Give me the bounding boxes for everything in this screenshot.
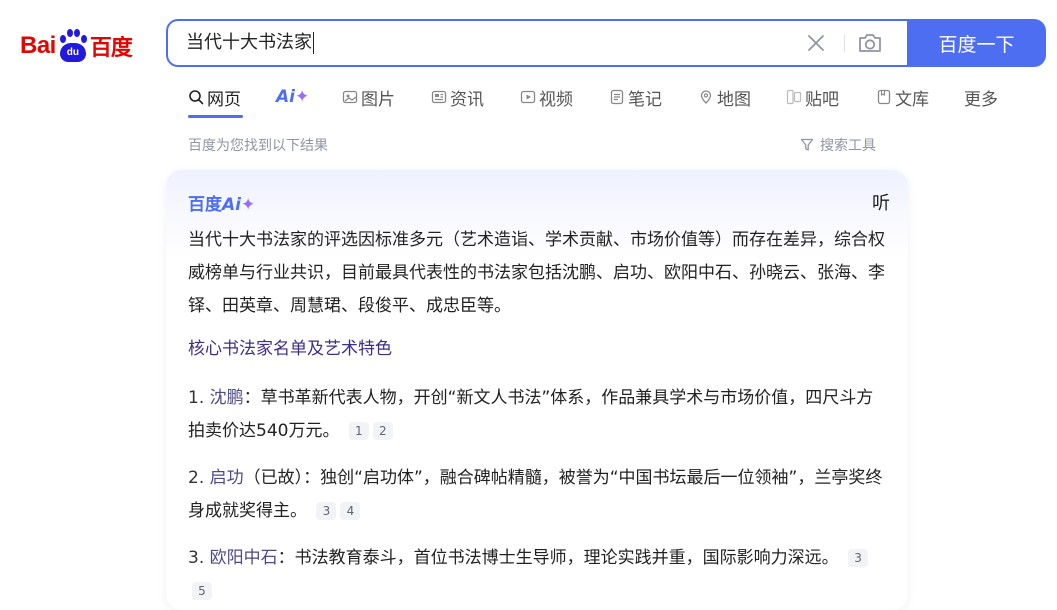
- tab-map[interactable]: 地图: [698, 84, 751, 110]
- tieba-icon: [786, 89, 802, 105]
- news-icon: [431, 90, 447, 104]
- list-item: 2. 启功（已故）：独创“启功体”，融合碑帖精髓，被誉为“中国书坛最后一位领袖”…: [188, 462, 888, 528]
- search-tools-label: 搜索工具: [820, 138, 876, 154]
- camera-icon[interactable]: [856, 30, 884, 56]
- tab-notes-label: 笔记: [628, 89, 662, 110]
- citation-badge[interactable]: 3: [316, 502, 337, 520]
- clear-icon[interactable]: [804, 31, 828, 55]
- citation-badge[interactable]: 3: [848, 549, 869, 567]
- tab-tieba[interactable]: 贴吧: [786, 84, 839, 110]
- item-text: （已故）：独创“启功体”，融合碑帖精髓，被誉为“中国书坛最后一位领袖”，兰亭奖终…: [188, 468, 883, 521]
- item-number: 1.: [188, 388, 205, 408]
- citation-badge[interactable]: 5: [192, 582, 212, 600]
- citation-badge[interactable]: 1: [348, 422, 369, 440]
- citation-badge[interactable]: 2: [372, 422, 393, 440]
- logo-text-du: du: [59, 43, 86, 62]
- tab-ai[interactable]: Ai ✦: [276, 84, 309, 110]
- section-title: 核心书法家名单及艺术特色: [188, 339, 392, 359]
- video-icon: [520, 90, 536, 104]
- sparkle-icon: ✦: [240, 195, 256, 215]
- tab-video-label: 视频: [539, 89, 573, 110]
- item-text: ：草书革新代表人物，开创“新文人书法”体系，作品兼具学术与市场价值，四尺斗方拍卖…: [188, 388, 874, 441]
- tab-news-label: 资讯: [450, 89, 484, 110]
- tab-more-label: 更多: [964, 89, 998, 110]
- search-icon: [189, 90, 204, 105]
- item-name-link[interactable]: 启功: [210, 468, 244, 488]
- tab-wenku-label: 文库: [895, 89, 929, 110]
- tab-notes[interactable]: 笔记: [609, 84, 662, 110]
- tab-web-label: 网页: [207, 89, 241, 110]
- tab-ai-label: Ai: [276, 87, 295, 107]
- item-number: 3.: [188, 548, 205, 568]
- tab-images[interactable]: 图片: [342, 84, 395, 110]
- map-icon: [700, 90, 712, 104]
- item-name-link[interactable]: 欧阳中石: [210, 548, 278, 568]
- tab-news[interactable]: 资讯: [431, 84, 484, 110]
- tab-web[interactable]: 网页: [188, 84, 241, 110]
- active-tab-indicator: [188, 115, 243, 118]
- result-count: 百度为您找到以下结果: [188, 138, 328, 154]
- search-divider: [844, 34, 845, 52]
- ai-summary: 当代十大书法家的评选因标准多元（艺术造诣、学术贡献、市场价值等）而存在差异，综合…: [188, 230, 885, 316]
- search-tools-button[interactable]: 搜索工具: [800, 135, 876, 155]
- tab-video[interactable]: 视频: [520, 84, 573, 110]
- tab-map-label: 地图: [717, 89, 751, 110]
- ai-brand: 百度Ai✦: [188, 190, 255, 215]
- logo-text-bai: Bai: [20, 32, 56, 59]
- tab-wenku[interactable]: 文库: [876, 84, 929, 110]
- search-box: 当代十大书法家: [166, 19, 908, 67]
- ai-brand-prefix: 百度: [188, 195, 222, 215]
- tab-images-label: 图片: [361, 89, 395, 110]
- search-button[interactable]: 百度一下: [907, 19, 1046, 67]
- notes-icon: [610, 89, 624, 105]
- item-name-link[interactable]: 沈鹏: [210, 388, 244, 408]
- list-item: 3. 欧阳中石：书法教育泰斗，首位书法博士生导师，理论实践并重，国际影响力深远。…: [188, 542, 888, 608]
- logo-text-baidu: 百度: [89, 36, 133, 61]
- search-input[interactable]: 当代十大书法家: [186, 21, 766, 65]
- text-caret: [313, 32, 314, 54]
- tab-more[interactable]: 更多: [964, 84, 998, 110]
- item-number: 2.: [188, 468, 205, 488]
- citation-badge[interactable]: 4: [340, 502, 361, 520]
- document-icon: [877, 89, 891, 105]
- image-icon: [342, 90, 358, 104]
- tab-tieba-label: 贴吧: [805, 89, 839, 110]
- ai-answer-card: 百度Ai✦ 听 当代十大书法家的评选因标准多元（艺术造诣、学术贡献、市场价值等）…: [166, 170, 908, 610]
- list-item: 1. 沈鹏：草书革新代表人物，开创“新文人书法”体系，作品兼具学术与市场价值，四…: [188, 382, 888, 448]
- sparkle-icon: ✦: [294, 87, 310, 107]
- item-text: ：书法教育泰斗，首位书法博士生导师，理论实践并重，国际影响力深远。: [277, 548, 839, 568]
- paw-icon: du: [57, 29, 89, 63]
- filter-icon: [800, 138, 814, 151]
- baidu-logo[interactable]: Bai du 百度: [20, 26, 133, 66]
- listen-button[interactable]: 听: [872, 189, 890, 215]
- search-query: 当代十大书法家: [186, 32, 312, 53]
- ai-brand-ai: Ai: [222, 195, 241, 215]
